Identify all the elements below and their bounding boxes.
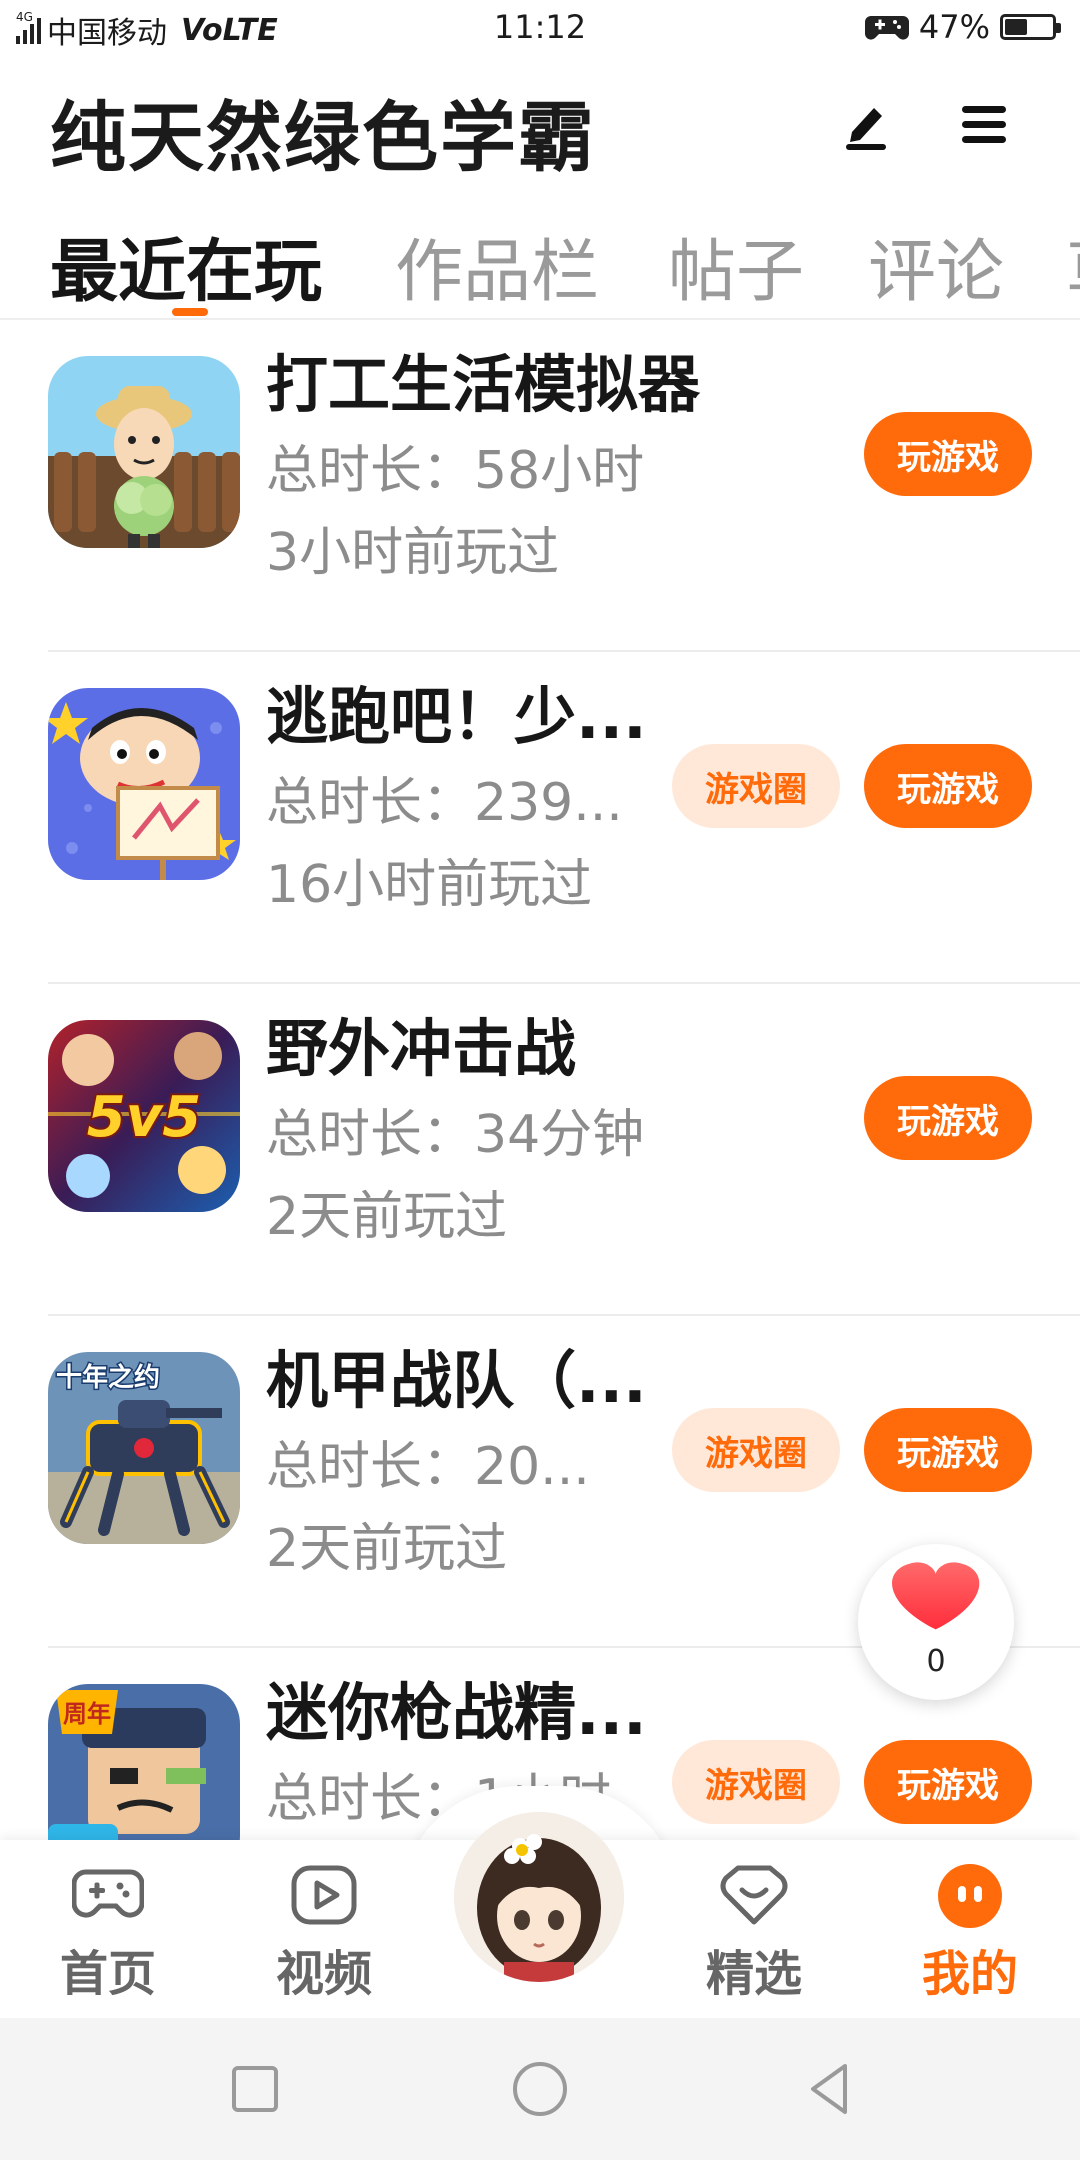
- game-total-duration: 总时长：239...: [266, 773, 623, 833]
- tab-drafts[interactable]: 草: [1066, 216, 1080, 315]
- nav-label: 视频: [275, 1946, 372, 2002]
- tab-works[interactable]: 作品栏: [395, 216, 599, 315]
- system-navigation-bar: [0, 2018, 1080, 2160]
- tab-comments[interactable]: 评论: [868, 216, 1004, 315]
- play-game-button[interactable]: 玩游戏: [864, 1740, 1032, 1824]
- game-icon-field-assault: 5v5: [48, 1020, 240, 1212]
- active-tab-indicator: [172, 308, 208, 316]
- game-icon-escape-boy: [48, 688, 240, 880]
- game-list-item[interactable]: 逃跑吧！少... 总时长：239... 16小时前玩过 游戏圈 玩游戏: [0, 652, 1080, 984]
- avatar: [454, 1812, 624, 1982]
- game-total-duration: 总时长：34分钟: [266, 1105, 645, 1165]
- status-right: 47%: [864, 8, 1061, 46]
- nav-item-featured[interactable]: 精选: [654, 1840, 854, 2018]
- status-bar: 4G 中国移动 VoLTE 11:12 47%: [0, 0, 1080, 56]
- video-play-icon: [291, 1865, 357, 1925]
- play-game-button[interactable]: 玩游戏: [864, 412, 1032, 496]
- game-name: 野外冲击战: [266, 1012, 577, 1085]
- center-avatar-button[interactable]: [454, 1812, 624, 1982]
- tab-posts[interactable]: 帖子: [668, 216, 804, 315]
- play-game-button[interactable]: 玩游戏: [864, 1076, 1032, 1160]
- battery-fill: [1005, 19, 1027, 35]
- battery-percent: 47%: [918, 8, 990, 46]
- nav-label: 精选: [705, 1946, 802, 2002]
- nav-label: 首页: [59, 1946, 156, 2002]
- profile-tabs: 最近在玩 作品栏 帖子 评论 草: [0, 200, 1080, 320]
- game-last-played: 16小时前玩过: [266, 855, 593, 915]
- nav-item-home[interactable]: 首页: [8, 1840, 208, 2018]
- game-total-duration: 总时长：20...: [266, 1437, 590, 1497]
- header: 纯天然绿色学霸: [0, 60, 1080, 190]
- screen: 4G 中国移动 VoLTE 11:12 47% 纯天然绿色学霸 最近在玩 作品栏…: [0, 0, 1080, 2160]
- tab-recent-playing[interactable]: 最近在玩: [50, 216, 322, 315]
- game-name: 机甲战队（...: [266, 1344, 647, 1417]
- menu-button[interactable]: [956, 96, 1012, 152]
- game-circle-button[interactable]: 游戏圈: [672, 744, 840, 828]
- game-last-played: 2天前玩过: [266, 1187, 508, 1247]
- game-icon-text: 5v5: [87, 1085, 201, 1150]
- floating-like-button[interactable]: 0: [858, 1544, 1014, 1700]
- game-last-played: 3小时前玩过: [266, 523, 560, 583]
- edit-pen-icon: [846, 108, 886, 150]
- game-last-played: 2天前玩过: [266, 1519, 508, 1579]
- game-circle-button[interactable]: 游戏圈: [672, 1740, 840, 1824]
- recent-apps-icon[interactable]: [220, 2054, 290, 2124]
- game-icon-text: 周年: [63, 1700, 111, 1728]
- nav-label: 我的: [921, 1946, 1018, 2002]
- page-title: 纯天然绿色学霸: [50, 93, 596, 182]
- game-icon-text: 十年之约: [56, 1362, 160, 1393]
- battery-icon: [1000, 14, 1061, 40]
- game-name: 打工生活模拟器: [266, 348, 701, 421]
- nav-item-mine[interactable]: 我的: [870, 1840, 1070, 2018]
- like-count: 0: [926, 1644, 946, 1679]
- home-circle-icon[interactable]: [505, 2054, 575, 2124]
- heart-icon: [892, 1562, 980, 1630]
- game-list-item[interactable]: 5v5 野外冲击战 总时长：34分钟 2天前玩过 玩游戏: [0, 984, 1080, 1316]
- game-icon-work-life-simulator: [48, 356, 240, 548]
- game-icon-mech-squad: 十年之约: [48, 1352, 240, 1544]
- back-triangle-icon[interactable]: [795, 2054, 865, 2124]
- game-name: 迷你枪战精...: [266, 1676, 647, 1749]
- game-controller-status-icon: [864, 16, 909, 40]
- heart-chat-icon: [720, 1865, 788, 1925]
- play-game-button[interactable]: 玩游戏: [864, 744, 1032, 828]
- edit-button[interactable]: [838, 96, 894, 152]
- menu-icon: [962, 106, 1006, 143]
- game-circle-button[interactable]: 游戏圈: [672, 1408, 840, 1492]
- game-list-item[interactable]: 打工生活模拟器 总时长：58小时 3小时前玩过 玩游戏: [0, 320, 1080, 652]
- gamepad-icon: [72, 1869, 144, 1918]
- game-total-duration: 总时长：58小时: [266, 441, 645, 501]
- profile-face-icon: [938, 1864, 1002, 1928]
- game-name: 逃跑吧！少...: [266, 680, 647, 753]
- play-game-button[interactable]: 玩游戏: [864, 1408, 1032, 1492]
- nav-item-video[interactable]: 视频: [224, 1840, 424, 2018]
